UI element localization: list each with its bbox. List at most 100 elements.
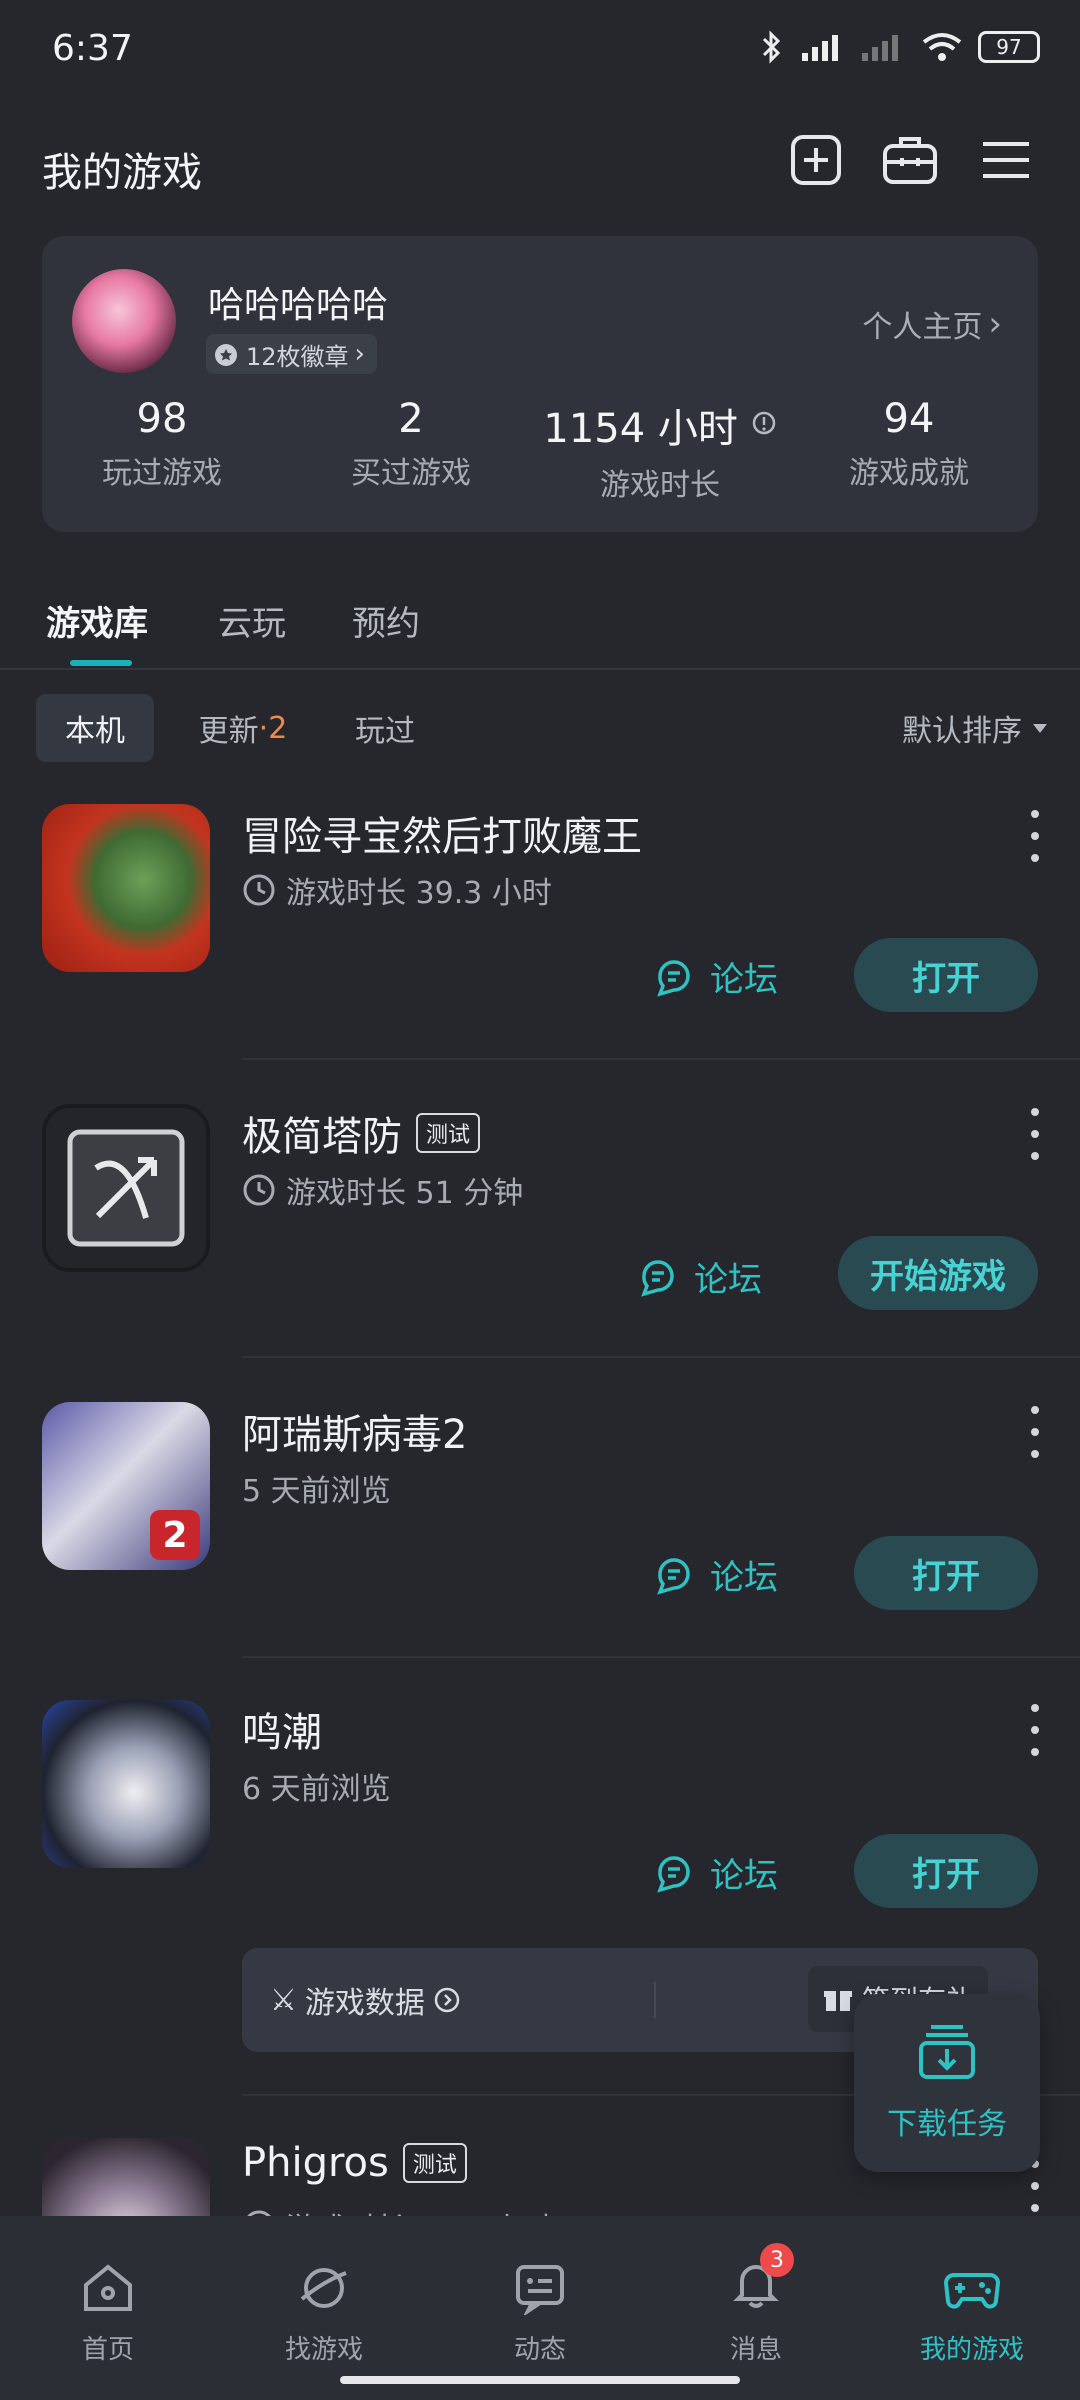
menu-icon xyxy=(983,142,1029,178)
forum-icon xyxy=(657,959,690,997)
status-icons: 97 xyxy=(756,30,1040,64)
info-icon xyxy=(752,411,775,435)
clock-icon xyxy=(243,1174,275,1206)
add-game-button[interactable] xyxy=(788,132,844,188)
nav-feed[interactable]: 动态 xyxy=(432,2216,648,2366)
toolbox-icon xyxy=(883,137,937,184)
signal-weak-icon xyxy=(862,35,898,61)
game-name[interactable]: 阿瑞斯病毒2 xyxy=(242,1402,467,1460)
medal-icon xyxy=(215,344,237,366)
nav-discover[interactable]: 找游戏 xyxy=(216,2216,432,2366)
filter-played[interactable]: 玩过 xyxy=(338,694,432,762)
swords-icon: ⚔ xyxy=(270,1982,297,2018)
forum-button[interactable]: 论坛 xyxy=(638,1252,762,1301)
game-data-label: 游戏数据 xyxy=(304,1986,425,2021)
clock-icon xyxy=(243,874,275,906)
stat-value: 1154 小时 xyxy=(540,396,780,454)
forum-icon xyxy=(641,1259,674,1297)
tab-library[interactable]: 游戏库 xyxy=(46,596,148,645)
row-divider xyxy=(242,1356,1080,1358)
stat-playtime[interactable]: 1154 小时 游戏时长 xyxy=(540,396,780,504)
badges-button[interactable]: 12枚徽章 › xyxy=(206,334,377,374)
forum-button[interactable]: 论坛 xyxy=(654,1848,778,1897)
open-game-button[interactable]: 打开 xyxy=(854,1536,1038,1610)
divider xyxy=(0,668,1080,670)
home-indicator[interactable] xyxy=(340,2376,740,2384)
status-time: 6:37 xyxy=(52,28,133,69)
start-game-button[interactable]: 开始游戏 xyxy=(838,1236,1038,1310)
nav-messages[interactable]: 3 消息 xyxy=(648,2216,864,2366)
nav-label: 首页 xyxy=(81,2335,134,2365)
game-meta: 游戏时长 51 分钟 xyxy=(242,1168,523,1212)
nav-label: 动态 xyxy=(513,2335,566,2365)
nav-label: 消息 xyxy=(729,2335,782,2365)
game-name[interactable]: Phigros 测试 xyxy=(242,2140,467,2186)
test-tag: 测试 xyxy=(416,1113,481,1153)
game-icon[interactable] xyxy=(42,804,210,972)
stat-label: 玩过游戏 xyxy=(102,456,222,491)
toolbox-button[interactable] xyxy=(882,132,938,188)
stat-bought[interactable]: 2 买过游戏 xyxy=(291,396,531,492)
test-tag: 测试 xyxy=(402,2143,467,2183)
game-icon[interactable] xyxy=(42,1104,210,1272)
feed-icon xyxy=(516,2265,564,2315)
sort-dropdown[interactable]: 默认排序 xyxy=(902,706,1048,750)
game-name[interactable]: 鸣潮 xyxy=(242,1700,322,1758)
stat-value: 94 xyxy=(883,396,935,442)
homepage-link[interactable]: 个人主页 › xyxy=(862,302,1002,346)
download-task-label: 下载任务 xyxy=(887,2107,1007,2142)
wifi-icon xyxy=(922,33,962,61)
circle-chevron-icon xyxy=(434,1987,460,2013)
bottom-nav: 首页 找游戏 动态 3 消息 我的游戏 xyxy=(0,2216,1080,2400)
forum-icon xyxy=(657,1557,690,1595)
game-name[interactable]: 极简塔防 测试 xyxy=(242,1104,481,1162)
filter-update-label: 更新 xyxy=(198,714,259,749)
more-options-button[interactable] xyxy=(1020,1704,1050,1756)
gift-icon xyxy=(824,1991,852,2011)
nav-my-games[interactable]: 我的游戏 xyxy=(864,2216,1080,2366)
download-task-button[interactable]: 下载任务 xyxy=(854,1994,1040,2172)
bluetooth-icon xyxy=(762,30,781,64)
update-count: 2 xyxy=(268,710,288,746)
stat-value: 2 xyxy=(398,396,424,442)
tab-reservations[interactable]: 预约 xyxy=(352,596,420,645)
more-options-button[interactable] xyxy=(1020,1406,1050,1458)
profile-card[interactable]: 哈哈哈哈哈 12枚徽章 › 个人主页 › 98 玩过游戏 2 买过游戏 1154… xyxy=(42,236,1038,532)
forum-button[interactable]: 论坛 xyxy=(654,1550,778,1599)
chevron-right-icon: › xyxy=(354,339,365,369)
stat-achievements[interactable]: 94 游戏成就 xyxy=(789,396,1029,492)
nav-label: 找游戏 xyxy=(284,2335,363,2365)
nav-label: 我的游戏 xyxy=(919,2335,1024,2365)
filter-update[interactable]: 更新 · 2 xyxy=(178,694,308,762)
filter-local[interactable]: 本机 xyxy=(36,694,154,762)
discover-icon xyxy=(300,2268,347,2308)
game-meta: 6 天前浏览 xyxy=(242,1772,391,1807)
stat-played[interactable]: 98 玩过游戏 xyxy=(42,396,282,492)
more-options-button[interactable] xyxy=(1020,1108,1050,1160)
forum-icon xyxy=(657,1855,690,1893)
tab-cloud-play[interactable]: 云玩 xyxy=(218,596,286,645)
nav-home[interactable]: 首页 xyxy=(0,2216,216,2366)
more-options-button[interactable] xyxy=(1020,810,1050,862)
game-name[interactable]: 冒险寻宝然后打败魔王 xyxy=(242,804,642,862)
avatar[interactable] xyxy=(72,269,176,373)
forum-button[interactable]: 论坛 xyxy=(654,952,778,1001)
download-icon xyxy=(919,2025,975,2079)
game-icon[interactable]: 2 xyxy=(42,1402,210,1570)
update-dot: · xyxy=(258,710,269,746)
signal-icon xyxy=(802,35,838,61)
message-badge: 3 xyxy=(760,2243,794,2277)
username: 哈哈哈哈哈 xyxy=(208,285,389,326)
page-title: 我的游戏 xyxy=(42,150,202,196)
sort-label: 默认排序 xyxy=(902,714,1022,749)
menu-button[interactable] xyxy=(978,132,1034,188)
game-icon[interactable] xyxy=(42,1700,210,1868)
game-meta: 游戏时长 39.3 小时 xyxy=(242,868,552,912)
open-game-button[interactable]: 打开 xyxy=(854,938,1038,1012)
open-game-button[interactable]: 打开 xyxy=(854,1834,1038,1908)
caret-down-icon xyxy=(1033,724,1047,733)
game-data-link[interactable]: ⚔ 游戏数据 xyxy=(270,1978,461,2022)
badges-label: 12枚徽章 xyxy=(246,342,349,371)
stat-label: 游戏时长 xyxy=(600,468,720,503)
bow-icon xyxy=(67,1129,185,1247)
